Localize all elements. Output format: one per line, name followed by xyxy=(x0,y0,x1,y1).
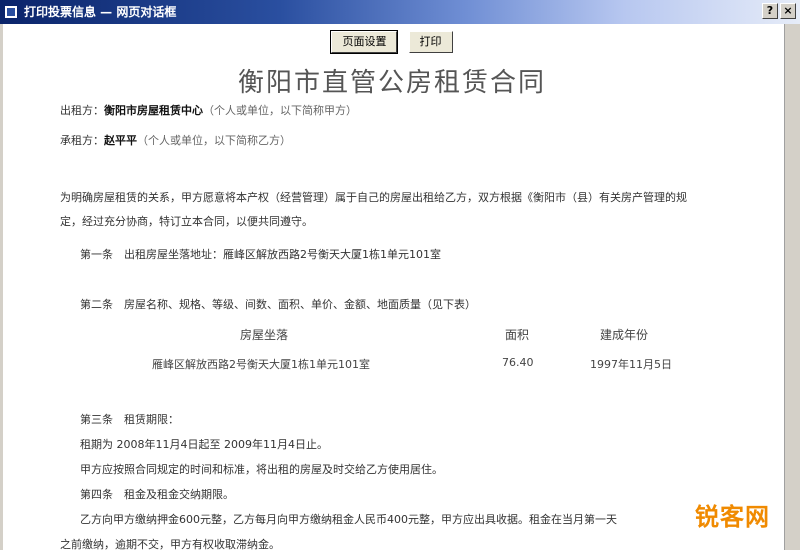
table-cell-year: 1997年11月5日 xyxy=(590,358,672,371)
window-icon xyxy=(4,5,18,19)
title-bar: 打印投票信息 — 网页对话框 ? × xyxy=(0,0,800,24)
article-3-text: 甲方应按照合同规定的时间和标准，将出租的房屋及时交给乙方使用居住。 xyxy=(80,463,443,476)
watermark-logo: 锐客网 xyxy=(695,503,770,531)
party-a-note: （个人或单位，以下简称甲方） xyxy=(203,104,357,117)
article-4-text: 乙方向甲方缴纳押金600元整，乙方每月向甲方缴纳租金人民币400元整，甲方应出具… xyxy=(80,513,617,526)
contract-title: 衡阳市直管公房租赁合同 xyxy=(237,68,546,98)
vertical-scrollbar[interactable] xyxy=(784,24,800,550)
toolbar: 页面设置 打印 xyxy=(0,30,784,56)
close-button[interactable]: × xyxy=(780,3,796,19)
party-a-line: 出租方：衡阳市房屋租赁中心（个人或单位，以下简称甲方） xyxy=(60,102,357,118)
article-3-term: 租期为 2008年11月4日起至 2009年11月4日止。 xyxy=(80,438,328,451)
table-header-area: 面积 xyxy=(505,328,530,342)
table-header-year: 建成年份 xyxy=(600,328,649,342)
party-b-line: 承租方：赵平平（个人或单位，以下简称乙方） xyxy=(60,132,291,148)
party-b-label: 承租方： xyxy=(60,134,104,147)
page-settings-button[interactable]: 页面设置 xyxy=(330,30,399,54)
contract-document: 衡阳市直管公房租赁合同 出租方：衡阳市房屋租赁中心（个人或单位，以下简称甲方） … xyxy=(0,56,784,551)
window-controls: ? × xyxy=(762,3,796,19)
article-3-title: 第三条 租赁期限： xyxy=(80,413,179,426)
party-a-label: 出租方： xyxy=(60,104,104,117)
party-b-value: 赵平平 xyxy=(104,134,137,147)
table-cell-area: 76.40 xyxy=(502,356,534,369)
intro-paragraph: 为明确房屋租赁的关系，甲方愿意将本产权（经营管理）属于自己的房屋出租给乙方，双方… xyxy=(60,191,687,228)
party-a-value: 衡阳市房屋租赁中心 xyxy=(104,104,203,117)
table-cell-location: 雁峰区解放西路2号衡天大厦1栋1单元101室 xyxy=(152,358,370,371)
article-4-title: 第四条 租金及租金交纳期限。 xyxy=(80,488,234,501)
window-title: 打印投票信息 — 网页对话框 xyxy=(24,5,177,19)
article-2: 第二条 房屋名称、规格、等级、间数、面积、单价、金额、地面质量（见下表） xyxy=(80,298,476,311)
table-header-location: 房屋坐落 xyxy=(240,328,289,342)
article-1: 第一条 出租房屋坐落地址：雁峰区解放西路2号衡天大厦1栋1单元101室 xyxy=(80,248,441,261)
party-b-note: （个人或单位，以下简称乙方） xyxy=(137,134,291,147)
help-button[interactable]: ? xyxy=(762,3,778,19)
print-button[interactable]: 打印 xyxy=(408,31,453,53)
